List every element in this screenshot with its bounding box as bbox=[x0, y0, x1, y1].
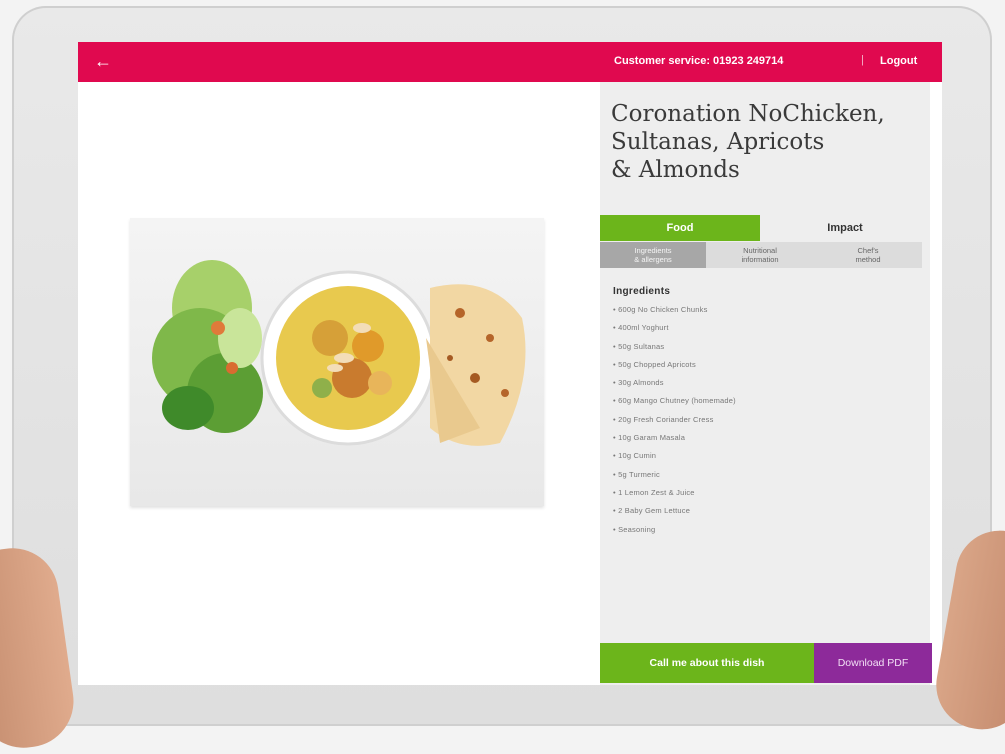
ingredients-list: • 600g No Chicken Chunks • 400ml Yoghurt… bbox=[613, 304, 736, 542]
ingredients-section: Ingredients • 600g No Chicken Chunks • 4… bbox=[600, 40, 930, 643]
flatbreads bbox=[426, 284, 526, 446]
ingredients-heading: Ingredients bbox=[613, 286, 671, 297]
list-item: • 600g No Chicken Chunks bbox=[613, 305, 708, 314]
salad-leaves bbox=[152, 260, 263, 433]
list-item: • Seasoning bbox=[613, 524, 656, 534]
list-item: • 10g Cumin bbox=[613, 451, 657, 461]
list-item: • 50g Chopped Apricots bbox=[613, 359, 696, 369]
dish-illustration bbox=[152, 260, 526, 446]
list-item: • 2 Baby Gem Lettuce bbox=[613, 506, 691, 516]
list-item: • 60g Mango Chutney (homemade) bbox=[613, 396, 736, 406]
list-item: • 400ml Yoghurt bbox=[613, 323, 669, 333]
back-arrow-icon[interactable]: ← bbox=[94, 51, 112, 72]
list-item: • 1 Lemon Zest & Juice bbox=[613, 487, 695, 497]
call-me-button[interactable]: Call me about this dish bbox=[600, 643, 814, 683]
list-item: • 30g Almonds bbox=[613, 378, 664, 388]
download-pdf-button[interactable]: Download PDF bbox=[814, 643, 932, 683]
list-item: • 20g Fresh Coriander Cress bbox=[613, 414, 714, 424]
curry-bowl bbox=[260, 270, 436, 446]
list-item: • 5g Turmeric bbox=[613, 469, 660, 479]
list-item: • 50g Sultanas bbox=[613, 341, 665, 351]
dish-photo bbox=[130, 218, 544, 506]
list-item: • 10g Garam Masala bbox=[613, 433, 686, 443]
